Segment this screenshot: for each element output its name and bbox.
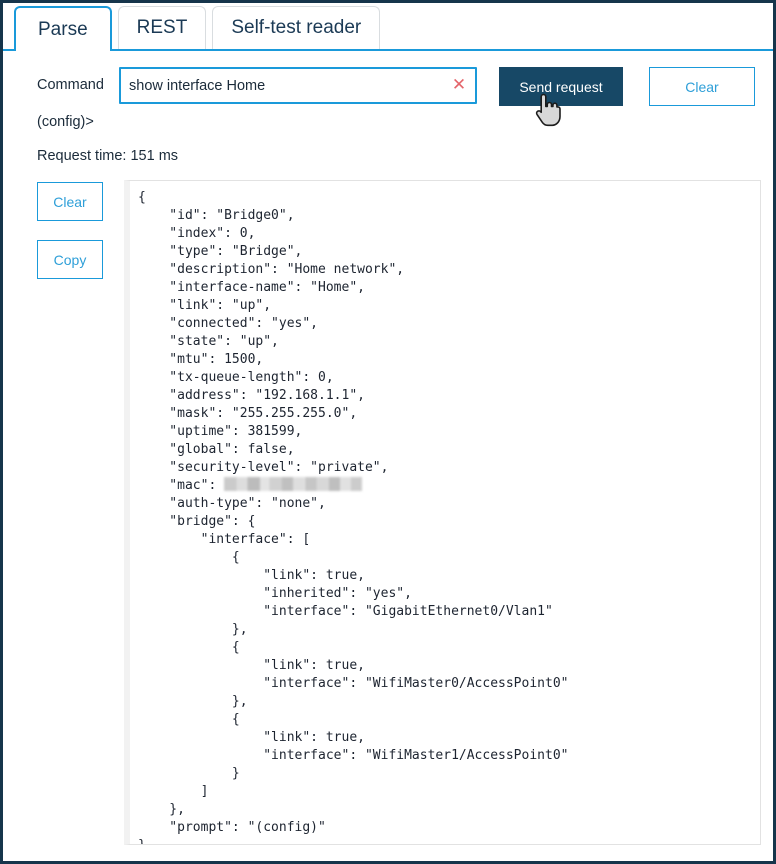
output-panel[interactable]: { "id": "Bridge0", "index": 0, "type": "… [124,180,761,845]
results-area: Clear Copy { "id": "Bridge0", "index": 0… [3,164,773,845]
output-actions: Clear Copy [37,180,103,298]
copy-output-button[interactable]: Copy [37,240,103,279]
command-row: Command ✕ Send request Clear [3,51,773,106]
close-icon[interactable]: ✕ [450,76,468,94]
json-output-tail: "auth-type": "none", "bridge": { "interf… [138,496,569,844]
tab-parse-label: Parse [38,18,88,40]
panel-parse: Command ✕ Send request Clear (config)> R… [3,51,773,845]
tab-rest-label: REST [136,17,188,38]
command-input-wrap: ✕ [119,67,477,104]
tab-self-test-reader[interactable]: Self-test reader [212,6,381,49]
request-time-label: Request time: 151 ms [37,148,179,164]
tab-bar: Parse REST Self-test reader [3,3,773,51]
prompt-line: (config)> [37,114,94,130]
json-output: { "id": "Bridge0", "index": 0, "type": "… [130,181,760,844]
send-request-button[interactable]: Send request [499,67,623,106]
json-output-head: { "id": "Bridge0", "index": 0, "type": "… [138,190,405,493]
tab-self-test-reader-label: Self-test reader [231,17,362,38]
clear-command-button[interactable]: Clear [649,67,755,106]
tab-parse[interactable]: Parse [14,6,112,51]
mac-address-redacted [224,477,363,491]
command-input[interactable] [119,67,477,104]
app-window: Parse REST Self-test reader Command ✕ Se… [0,0,776,864]
clear-output-button[interactable]: Clear [37,182,103,221]
command-label: Command [37,77,104,93]
tab-rest[interactable]: REST [117,6,207,49]
